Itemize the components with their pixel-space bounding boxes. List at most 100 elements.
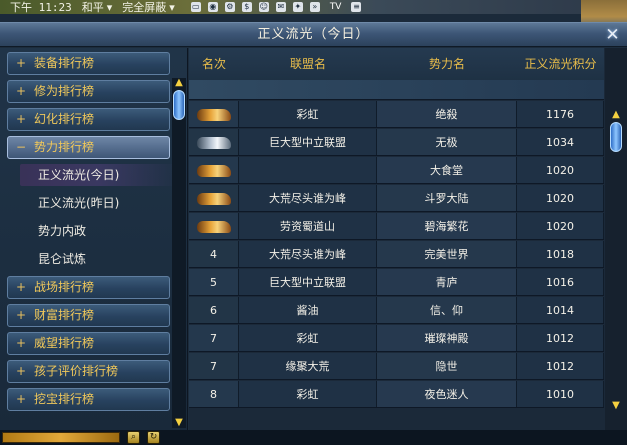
score-cell: 1014 [517,297,604,323]
ranking-sidebar: + 装备排行榜 + 修为排行榜 + 幻化排行榜 − 势力排行榜 正义流光(今日) 正义流… [0,48,188,431]
category-label: 威望排行榜 [34,336,95,350]
sidebar-item-justice-yesterday[interactable]: 正义流光(昨日) [20,192,180,214]
sidebar-category-child-rating[interactable]: + 孩子评价排行榜 [7,360,170,383]
close-icon[interactable]: ✕ [603,25,623,45]
score-cell: 1010 [517,381,604,407]
camera-icon[interactable]: ◉ [207,2,218,12]
scroll-up-icon[interactable]: ▲ [610,110,622,120]
tools-icon[interactable]: ✦ [292,2,303,12]
alliance-cell: 酱油 [239,297,377,323]
sidebar-category-battlefield[interactable]: + 战场排行榜 [7,276,170,299]
expand-icon: + [15,112,27,126]
category-label: 幻化排行榜 [34,112,95,126]
screen-filter-label: 完全屏蔽 [122,1,167,14]
table-scrollbar[interactable]: ▲ ▼ [605,48,627,431]
rank-cell [189,129,239,155]
screen-filter-dropdown[interactable]: 完全屏蔽 ▾ [122,0,175,15]
faction-cell: 隐世 [377,353,517,379]
sidebar-category-equipment[interactable]: + 装备排行榜 [7,52,170,75]
alliance-cell: 劳资蜀道山 [239,213,377,239]
collapse-icon: − [15,140,27,154]
alliance-cell: 巨大型中立联盟 [239,129,377,155]
table-scroll-thumb[interactable] [610,122,622,152]
header-alliance: 联盟名 [289,57,326,71]
chevron-down-icon: ▾ [169,0,175,14]
table-row[interactable]: 4 大荒尽头谁为峰 完美世界 1018 [189,241,604,268]
score-cell: 1020 [517,185,604,211]
scroll-up-icon[interactable]: ▲ [173,78,185,88]
rank-cell [189,213,239,239]
faction-cell: 璀璨神殿 [377,325,517,351]
sidebar-item-justice-today[interactable]: 正义流光(今日) [20,164,180,186]
silver-tiger-icon [196,137,231,149]
table-row[interactable]: 5 巨大型中立联盟 青庐 1016 [189,269,604,296]
currency-icon[interactable]: $ [241,2,252,12]
list-icon[interactable]: ≡ [351,2,362,12]
header-score: 正义流光积分 [524,57,597,71]
table-row[interactable]: 7 缘聚大荒 隐世 1012 [189,353,604,380]
sidebar-category-faction[interactable]: − 势力排行榜 [7,136,170,159]
social-icon[interactable]: ☺ [258,2,269,12]
table-row[interactable]: 7 彩虹 璀璨神殿 1012 [189,325,604,352]
skip-icon[interactable]: » [309,2,320,12]
alliance-cell: 大荒尽头谁为峰 [239,185,377,211]
expand-icon: + [15,280,27,294]
search-icon[interactable]: ⌕ [127,431,140,444]
refresh-icon[interactable]: ↻ [147,431,160,444]
score-cell: 1012 [517,325,604,351]
gold-tiger-icon [196,193,231,205]
quick-icons: ▭ ◉ ⚙ $ ☺ ✉ ✦ » [190,2,320,12]
table-row[interactable]: 6 酱油 信、仰 1014 [189,297,604,324]
sidebar-category-transform[interactable]: + 幻化排行榜 [7,108,170,131]
alliance-cell: 巨大型中立联盟 [239,269,377,295]
chat-icon[interactable]: ✉ [275,2,286,12]
tv-button[interactable]: TV [330,2,342,12]
sidebar-category-treasure[interactable]: + 挖宝排行榜 [7,388,170,411]
faction-cell: 夜色迷人 [377,381,517,407]
table-header: 名次 联盟名 势力名 正义流光积分 [189,48,604,80]
sidebar-scrollbar[interactable]: ▲ ▼ [172,78,186,428]
sidebar-category-wealth[interactable]: + 财富排行榜 [7,304,170,327]
table-row[interactable]: 大荒尽头谁为峰 斗罗大陆 1020 [189,185,604,212]
scroll-down-icon[interactable]: ▼ [173,418,185,428]
mode-dropdown[interactable]: 和平 ▾ [82,0,113,15]
sidebar-item-faction-affairs[interactable]: 势力内政 [20,220,180,242]
alliance-cell: 缘聚大荒 [239,353,377,379]
gold-tiger-icon [196,109,231,121]
window-title: 正义流光（今日） [257,27,370,42]
faction-cell: 信、仰 [377,297,517,323]
sidebar-category-cultivation[interactable]: + 修为排行榜 [7,80,170,103]
rank-cell: 7 [189,353,239,379]
table-row[interactable]: 大食堂 1020 [189,157,604,184]
ranking-window: 正义流光（今日） ✕ + 装备排行榜 + 修为排行榜 + 幻化排行榜 − 势力排行榜 正… [0,22,627,431]
table-banner [189,80,604,100]
alliance-cell: 大荒尽头谁为峰 [239,241,377,267]
rank-cell: 6 [189,297,239,323]
table-row[interactable]: 劳资蜀道山 碧海繁花 1020 [189,213,604,240]
faction-cell: 大食堂 [377,157,517,183]
sidebar-scroll-thumb[interactable] [173,90,185,120]
sidebar-category-prestige[interactable]: + 威望排行榜 [7,332,170,355]
category-label: 财富排行榜 [34,308,95,322]
settings-icon[interactable]: ⚙ [224,2,235,12]
table-row[interactable]: 巨大型中立联盟 无极 1034 [189,129,604,156]
expand-icon: + [15,56,27,70]
alliance-cell: 彩虹 [239,381,377,407]
faction-cell: 完美世界 [377,241,517,267]
faction-cell: 碧海繁花 [377,213,517,239]
category-label: 势力排行榜 [34,140,95,154]
rank-cell [189,185,239,211]
table-row[interactable]: 彩虹 绝殺 1176 [189,101,604,128]
sidebar-item-kunlun-trial[interactable]: 昆仑试炼 [20,248,180,270]
rank-cell: 8 [189,381,239,407]
table-row[interactable]: 8 彩虹 夜色迷人 1010 [189,381,604,408]
scroll-down-icon[interactable]: ▼ [610,401,622,411]
faction-cell: 绝殺 [377,101,517,127]
score-cell: 1020 [517,157,604,183]
mode-label: 和平 [81,1,104,14]
rank-cell [189,101,239,127]
screenshot-icon[interactable]: ▭ [190,2,201,12]
header-faction: 势力名 [428,57,465,71]
expand-icon: + [15,364,27,378]
category-label: 挖宝排行榜 [34,392,95,406]
